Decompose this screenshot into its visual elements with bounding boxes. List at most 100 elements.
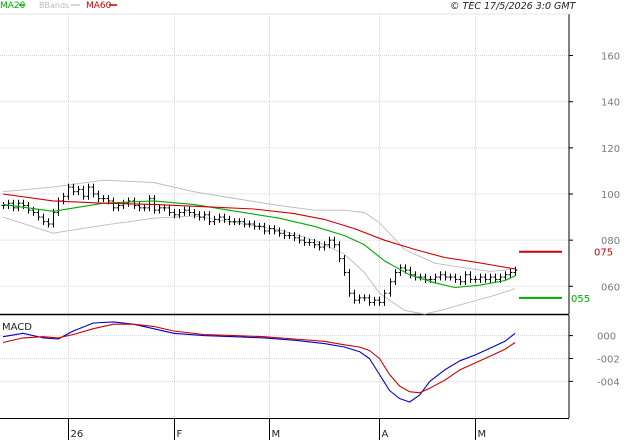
ohlc-bar	[192, 209, 197, 219]
support-level-label: 055	[571, 294, 590, 305]
ohlc-bar	[111, 197, 116, 212]
price-ytick-label-4: 140	[601, 98, 620, 109]
ohlc-bar	[157, 204, 162, 214]
ohlc-bar	[187, 206, 192, 216]
price-ytick-label-1: 080	[601, 236, 620, 247]
price-ytick-label-0: 060	[601, 282, 620, 293]
ohlc-bar	[357, 294, 362, 304]
ohlc-bar	[342, 255, 347, 276]
macd-ytick-label-2: -004	[597, 377, 620, 388]
date-tick-label-3: A	[382, 429, 389, 440]
bbands-layer	[2, 179, 516, 315]
ohlc-bar	[367, 294, 372, 306]
ohlc-bar	[312, 239, 317, 249]
ohlc-bar	[292, 232, 297, 242]
ohlc-bar	[277, 227, 282, 237]
ohlc-bar	[81, 185, 86, 200]
legend-ma60-label: MA60	[86, 1, 112, 11]
grid-layer	[0, 14, 569, 418]
ohlc-bar	[61, 192, 66, 205]
ohlc-bar	[262, 222, 267, 235]
chart-canvas: 075 055 060 080 100 120 140 160 000 -002 -004 26 F M…	[0, 0, 627, 440]
ohlc-bar	[142, 204, 147, 212]
ohlc-bar	[242, 218, 247, 228]
ohlc-bar	[337, 241, 342, 263]
ohlc-bar	[372, 296, 377, 306]
ohlc-bar	[272, 225, 277, 235]
ohlc-bar	[132, 197, 137, 209]
moving-average-layer	[2, 193, 516, 289]
price-ytick-label-2: 100	[601, 190, 620, 201]
ohlc-bar	[438, 271, 443, 281]
ohlc-bar	[121, 199, 126, 209]
ohlc-bar	[463, 271, 468, 286]
ohlc-bar	[76, 185, 81, 196]
ohlc-bar	[1, 202, 6, 209]
price-ytick-label-5: 160	[601, 52, 620, 63]
ohlc-bar	[332, 236, 337, 249]
ohlc-bar	[247, 220, 252, 228]
ohlc-bar	[488, 273, 493, 283]
ohlc-bar	[46, 218, 51, 228]
ohlc-bar	[101, 195, 106, 203]
ohlc-bar	[91, 183, 96, 198]
ohlc-bar	[408, 266, 413, 279]
ohlc-bar	[6, 199, 11, 209]
date-tick-label-1: F	[177, 429, 183, 440]
frame-layer	[0, 13, 570, 419]
ohlc-bar	[433, 273, 438, 283]
ohlc-bar	[137, 202, 142, 212]
ohlc-bar	[453, 273, 458, 283]
ohlc-bar	[393, 269, 398, 286]
ohlc-bar	[388, 278, 393, 297]
ohlc-bar	[347, 269, 352, 297]
ohlc-bar	[147, 195, 152, 212]
price-ytick-label-3: 120	[601, 144, 620, 155]
ohlc-bar	[167, 204, 172, 216]
resistance-level-label: 075	[594, 248, 613, 259]
ohlc-bar	[267, 225, 272, 235]
date-tick-label-2: M	[272, 429, 281, 440]
ohlc-bar	[232, 218, 237, 226]
ohlc-bar	[468, 271, 473, 283]
ohlc-bar	[36, 209, 41, 221]
macd-lines-layer	[2, 321, 516, 403]
ohlc-bar	[71, 183, 76, 196]
ohlc-bar	[202, 211, 207, 221]
macd-panel-label: MACD	[2, 322, 32, 333]
ma60-line	[2, 193, 516, 270]
ohlc-bar	[423, 273, 428, 283]
ohlc-bar	[443, 271, 448, 281]
ohlc-bar	[212, 215, 217, 226]
legend: MA20 BBands MA60	[0, 1, 117, 11]
ohlc-bar	[237, 218, 242, 226]
legend-bbands-label: BBands	[39, 1, 69, 10]
ohlc-bar	[317, 241, 322, 251]
date-tick-label-4: M	[478, 429, 487, 440]
ohlc-bar	[473, 275, 478, 283]
ohlc-bar	[217, 213, 222, 223]
ohlc-bar	[197, 211, 202, 221]
ohlc-bar	[182, 206, 187, 216]
price-macd-chart: 075 055 060 080 100 120 140 160 000 -002 -004 26 F M…	[0, 1, 620, 440]
level-lines-layer: 075 055	[519, 248, 613, 305]
legend-ma20-label: MA20	[0, 1, 26, 11]
ohlc-bar	[41, 213, 46, 226]
ohlc-bar	[478, 273, 483, 283]
ohlc-bar	[66, 183, 71, 200]
ohlc-bar	[483, 273, 488, 283]
macd-ytick-label-1: -002	[597, 354, 620, 365]
ohlc-bar	[377, 296, 382, 306]
ohlc-bar	[227, 215, 232, 226]
ma20-line	[2, 200, 516, 289]
macd-ytick-label-0: 000	[597, 332, 616, 343]
bbands-lower-line	[2, 215, 516, 315]
ohlc-bar	[257, 222, 262, 230]
ohlc-bar	[352, 289, 357, 304]
ohlc-bar	[96, 190, 101, 203]
ohlc-bar	[448, 273, 453, 281]
ohlc-bar	[362, 294, 367, 302]
macd-line	[2, 321, 516, 403]
date-tick-label-0: 26	[71, 429, 84, 440]
ohlc-bar	[418, 273, 423, 281]
